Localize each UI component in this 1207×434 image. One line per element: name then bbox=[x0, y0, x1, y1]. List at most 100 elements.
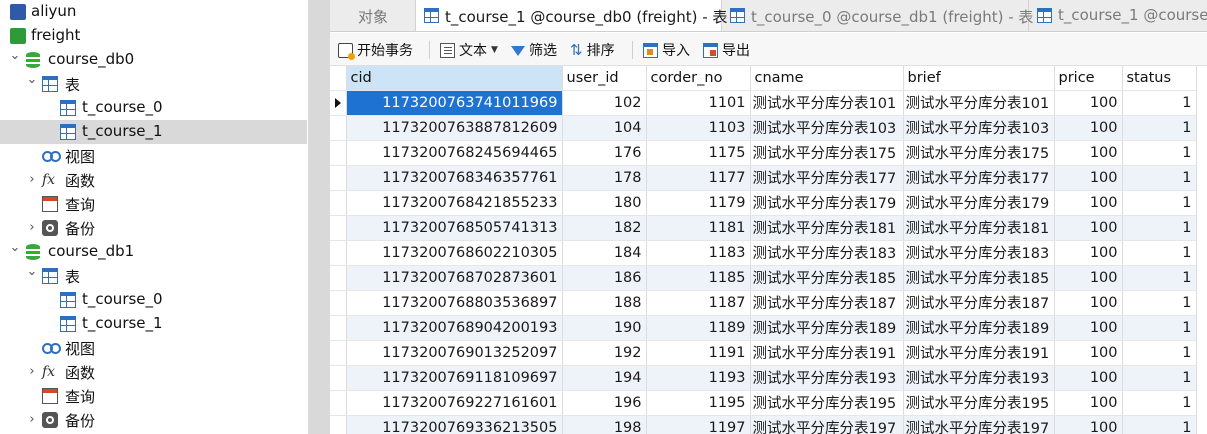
cell-price[interactable]: 100 bbox=[1054, 290, 1123, 316]
tree-item[interactable]: › 备份 bbox=[0, 408, 307, 432]
tab-t-course-1-db0[interactable]: t_course_1 @course_db0 (freight) - 表 bbox=[416, 0, 727, 31]
cell-user-id[interactable]: 186 bbox=[562, 265, 647, 291]
cell-brief[interactable]: 测试水平分库分表191 bbox=[903, 340, 1055, 366]
cell-corder-no[interactable]: 1179 bbox=[646, 190, 751, 216]
cell-brief[interactable]: 测试水平分库分表183 bbox=[903, 240, 1055, 266]
tree-item[interactable]: t_course_1 bbox=[0, 120, 307, 144]
cell-price[interactable]: 100 bbox=[1054, 165, 1123, 191]
cell-cname[interactable]: 测试水平分库分表187 bbox=[750, 290, 904, 316]
cell-brief[interactable]: 测试水平分库分表193 bbox=[903, 365, 1055, 391]
chevron-down-icon[interactable]: ⌄ bbox=[8, 49, 22, 63]
table-row[interactable]: 1173200769227161601 196 1195 测试水平分库分表195 测试水… bbox=[330, 390, 1197, 416]
cell-cname[interactable]: 测试水平分库分表191 bbox=[750, 340, 904, 366]
cell-price[interactable]: 100 bbox=[1054, 390, 1123, 416]
tree-item[interactable]: 查询 bbox=[0, 384, 307, 408]
row-marker[interactable] bbox=[330, 140, 347, 166]
tree-item[interactable]: ⌄ course_db0 bbox=[0, 48, 307, 72]
cell-brief[interactable]: 测试水平分库分表197 bbox=[903, 415, 1055, 434]
cell-cid[interactable]: 1173200769118109697 bbox=[346, 365, 563, 391]
cell-cid[interactable]: 1173200763741011969 bbox=[346, 90, 563, 116]
cell-status[interactable]: 1 bbox=[1122, 290, 1197, 316]
table-row[interactable]: 1173200768245694465 176 1175 测试水平分库分表175 测试水… bbox=[330, 140, 1197, 166]
cell-cname[interactable]: 测试水平分库分表183 bbox=[750, 240, 904, 266]
cell-price[interactable]: 100 bbox=[1054, 240, 1123, 266]
table-row[interactable]: 1173200769118109697 194 1193 测试水平分库分表193 测试水… bbox=[330, 365, 1197, 391]
cell-brief[interactable]: 测试水平分库分表181 bbox=[903, 215, 1055, 241]
cell-user-id[interactable]: 198 bbox=[562, 415, 647, 434]
cell-brief[interactable]: 测试水平分库分表177 bbox=[903, 165, 1055, 191]
cell-price[interactable]: 100 bbox=[1054, 315, 1123, 341]
table-row[interactable]: 1173200768702873601 186 1185 测试水平分库分表185 测试水… bbox=[330, 265, 1197, 291]
chevron-right-icon[interactable]: › bbox=[25, 221, 39, 235]
cell-corder-no[interactable]: 1189 bbox=[646, 315, 751, 341]
tab-t-course-0-db1[interactable]: t_course_0 @course_db1 (freight) - 表 bbox=[722, 0, 1033, 31]
cell-cid[interactable]: 1173200768245694465 bbox=[346, 140, 563, 166]
cell-user-id[interactable]: 102 bbox=[562, 90, 647, 116]
row-marker[interactable] bbox=[330, 215, 347, 241]
row-marker[interactable] bbox=[330, 340, 347, 366]
cell-price[interactable]: 100 bbox=[1054, 215, 1123, 241]
column-header-cid[interactable]: cid bbox=[346, 66, 563, 91]
row-marker[interactable] bbox=[330, 165, 347, 191]
cell-corder-no[interactable]: 1185 bbox=[646, 265, 751, 291]
cell-cname[interactable]: 测试水平分库分表193 bbox=[750, 365, 904, 391]
sort-button[interactable]: ⇅ 排序 bbox=[570, 40, 615, 60]
cell-status[interactable]: 1 bbox=[1122, 165, 1197, 191]
cell-status[interactable]: 1 bbox=[1122, 140, 1197, 166]
cell-user-id[interactable]: 182 bbox=[562, 215, 647, 241]
cell-status[interactable]: 1 bbox=[1122, 315, 1197, 341]
row-marker[interactable] bbox=[330, 415, 347, 434]
text-menu-button[interactable]: 文本 ▼ bbox=[440, 40, 498, 60]
begin-transaction-button[interactable]: 开始事务 bbox=[338, 40, 413, 60]
cell-corder-no[interactable]: 1101 bbox=[646, 90, 751, 116]
cell-cname[interactable]: 测试水平分库分表197 bbox=[750, 415, 904, 434]
cell-corder-no[interactable]: 1103 bbox=[646, 115, 751, 141]
cell-brief[interactable]: 测试水平分库分表195 bbox=[903, 390, 1055, 416]
cell-status[interactable]: 1 bbox=[1122, 265, 1197, 291]
cell-brief[interactable]: 测试水平分库分表101 bbox=[903, 90, 1055, 116]
chevron-down-icon[interactable]: ⌄ bbox=[25, 73, 39, 87]
cell-cid[interactable]: 1173200769013252097 bbox=[346, 340, 563, 366]
tree-item[interactable]: 视图 bbox=[0, 336, 307, 360]
cell-corder-no[interactable]: 1183 bbox=[646, 240, 751, 266]
cell-cname[interactable]: 测试水平分库分表179 bbox=[750, 190, 904, 216]
column-header-corder-no[interactable]: corder_no bbox=[646, 66, 751, 91]
cell-cname[interactable]: 测试水平分库分表177 bbox=[750, 165, 904, 191]
table-row[interactable]: 1173200768505741313 182 1181 测试水平分库分表181 测试水… bbox=[330, 215, 1197, 241]
cell-cid[interactable]: 1173200769227161601 bbox=[346, 390, 563, 416]
cell-cid[interactable]: 1173200768346357761 bbox=[346, 165, 563, 191]
cell-status[interactable]: 1 bbox=[1122, 115, 1197, 141]
cell-user-id[interactable]: 104 bbox=[562, 115, 647, 141]
cell-cname[interactable]: 测试水平分库分表101 bbox=[750, 90, 904, 116]
tab-objects[interactable]: 对象 bbox=[330, 0, 416, 31]
cell-price[interactable]: 100 bbox=[1054, 190, 1123, 216]
tree-item[interactable]: ⌄ course_db1 bbox=[0, 240, 307, 264]
cell-user-id[interactable]: 192 bbox=[562, 340, 647, 366]
cell-corder-no[interactable]: 1195 bbox=[646, 390, 751, 416]
cell-status[interactable]: 1 bbox=[1122, 90, 1197, 116]
tree-item[interactable]: 视图 bbox=[0, 144, 307, 168]
cell-corder-no[interactable]: 1193 bbox=[646, 365, 751, 391]
cell-user-id[interactable]: 178 bbox=[562, 165, 647, 191]
panel-splitter[interactable] bbox=[308, 0, 330, 434]
row-marker[interactable] bbox=[330, 115, 347, 141]
cell-corder-no[interactable]: 1181 bbox=[646, 215, 751, 241]
row-marker[interactable] bbox=[330, 240, 347, 266]
row-marker[interactable] bbox=[330, 315, 347, 341]
cell-user-id[interactable]: 196 bbox=[562, 390, 647, 416]
cell-brief[interactable]: 测试水平分库分表185 bbox=[903, 265, 1055, 291]
column-header-user-id[interactable]: user_id bbox=[562, 66, 647, 91]
chevron-right-icon[interactable]: › bbox=[25, 365, 39, 379]
tree-item[interactable]: ⌄ 表 bbox=[0, 264, 307, 288]
tree-item[interactable]: t_course_0 bbox=[0, 96, 307, 120]
cell-brief[interactable]: 测试水平分库分表189 bbox=[903, 315, 1055, 341]
tree-item[interactable]: t_course_0 bbox=[0, 288, 307, 312]
cell-status[interactable]: 1 bbox=[1122, 190, 1197, 216]
cell-cid[interactable]: 1173200768602210305 bbox=[346, 240, 563, 266]
cell-cid[interactable]: 1173200768421855233 bbox=[346, 190, 563, 216]
tree-item[interactable]: 查询 bbox=[0, 192, 307, 216]
cell-user-id[interactable]: 176 bbox=[562, 140, 647, 166]
table-row[interactable]: 1173200768602210305 184 1183 测试水平分库分表183 测试水… bbox=[330, 240, 1197, 266]
column-header-brief[interactable]: brief bbox=[903, 66, 1055, 91]
cell-corder-no[interactable]: 1177 bbox=[646, 165, 751, 191]
